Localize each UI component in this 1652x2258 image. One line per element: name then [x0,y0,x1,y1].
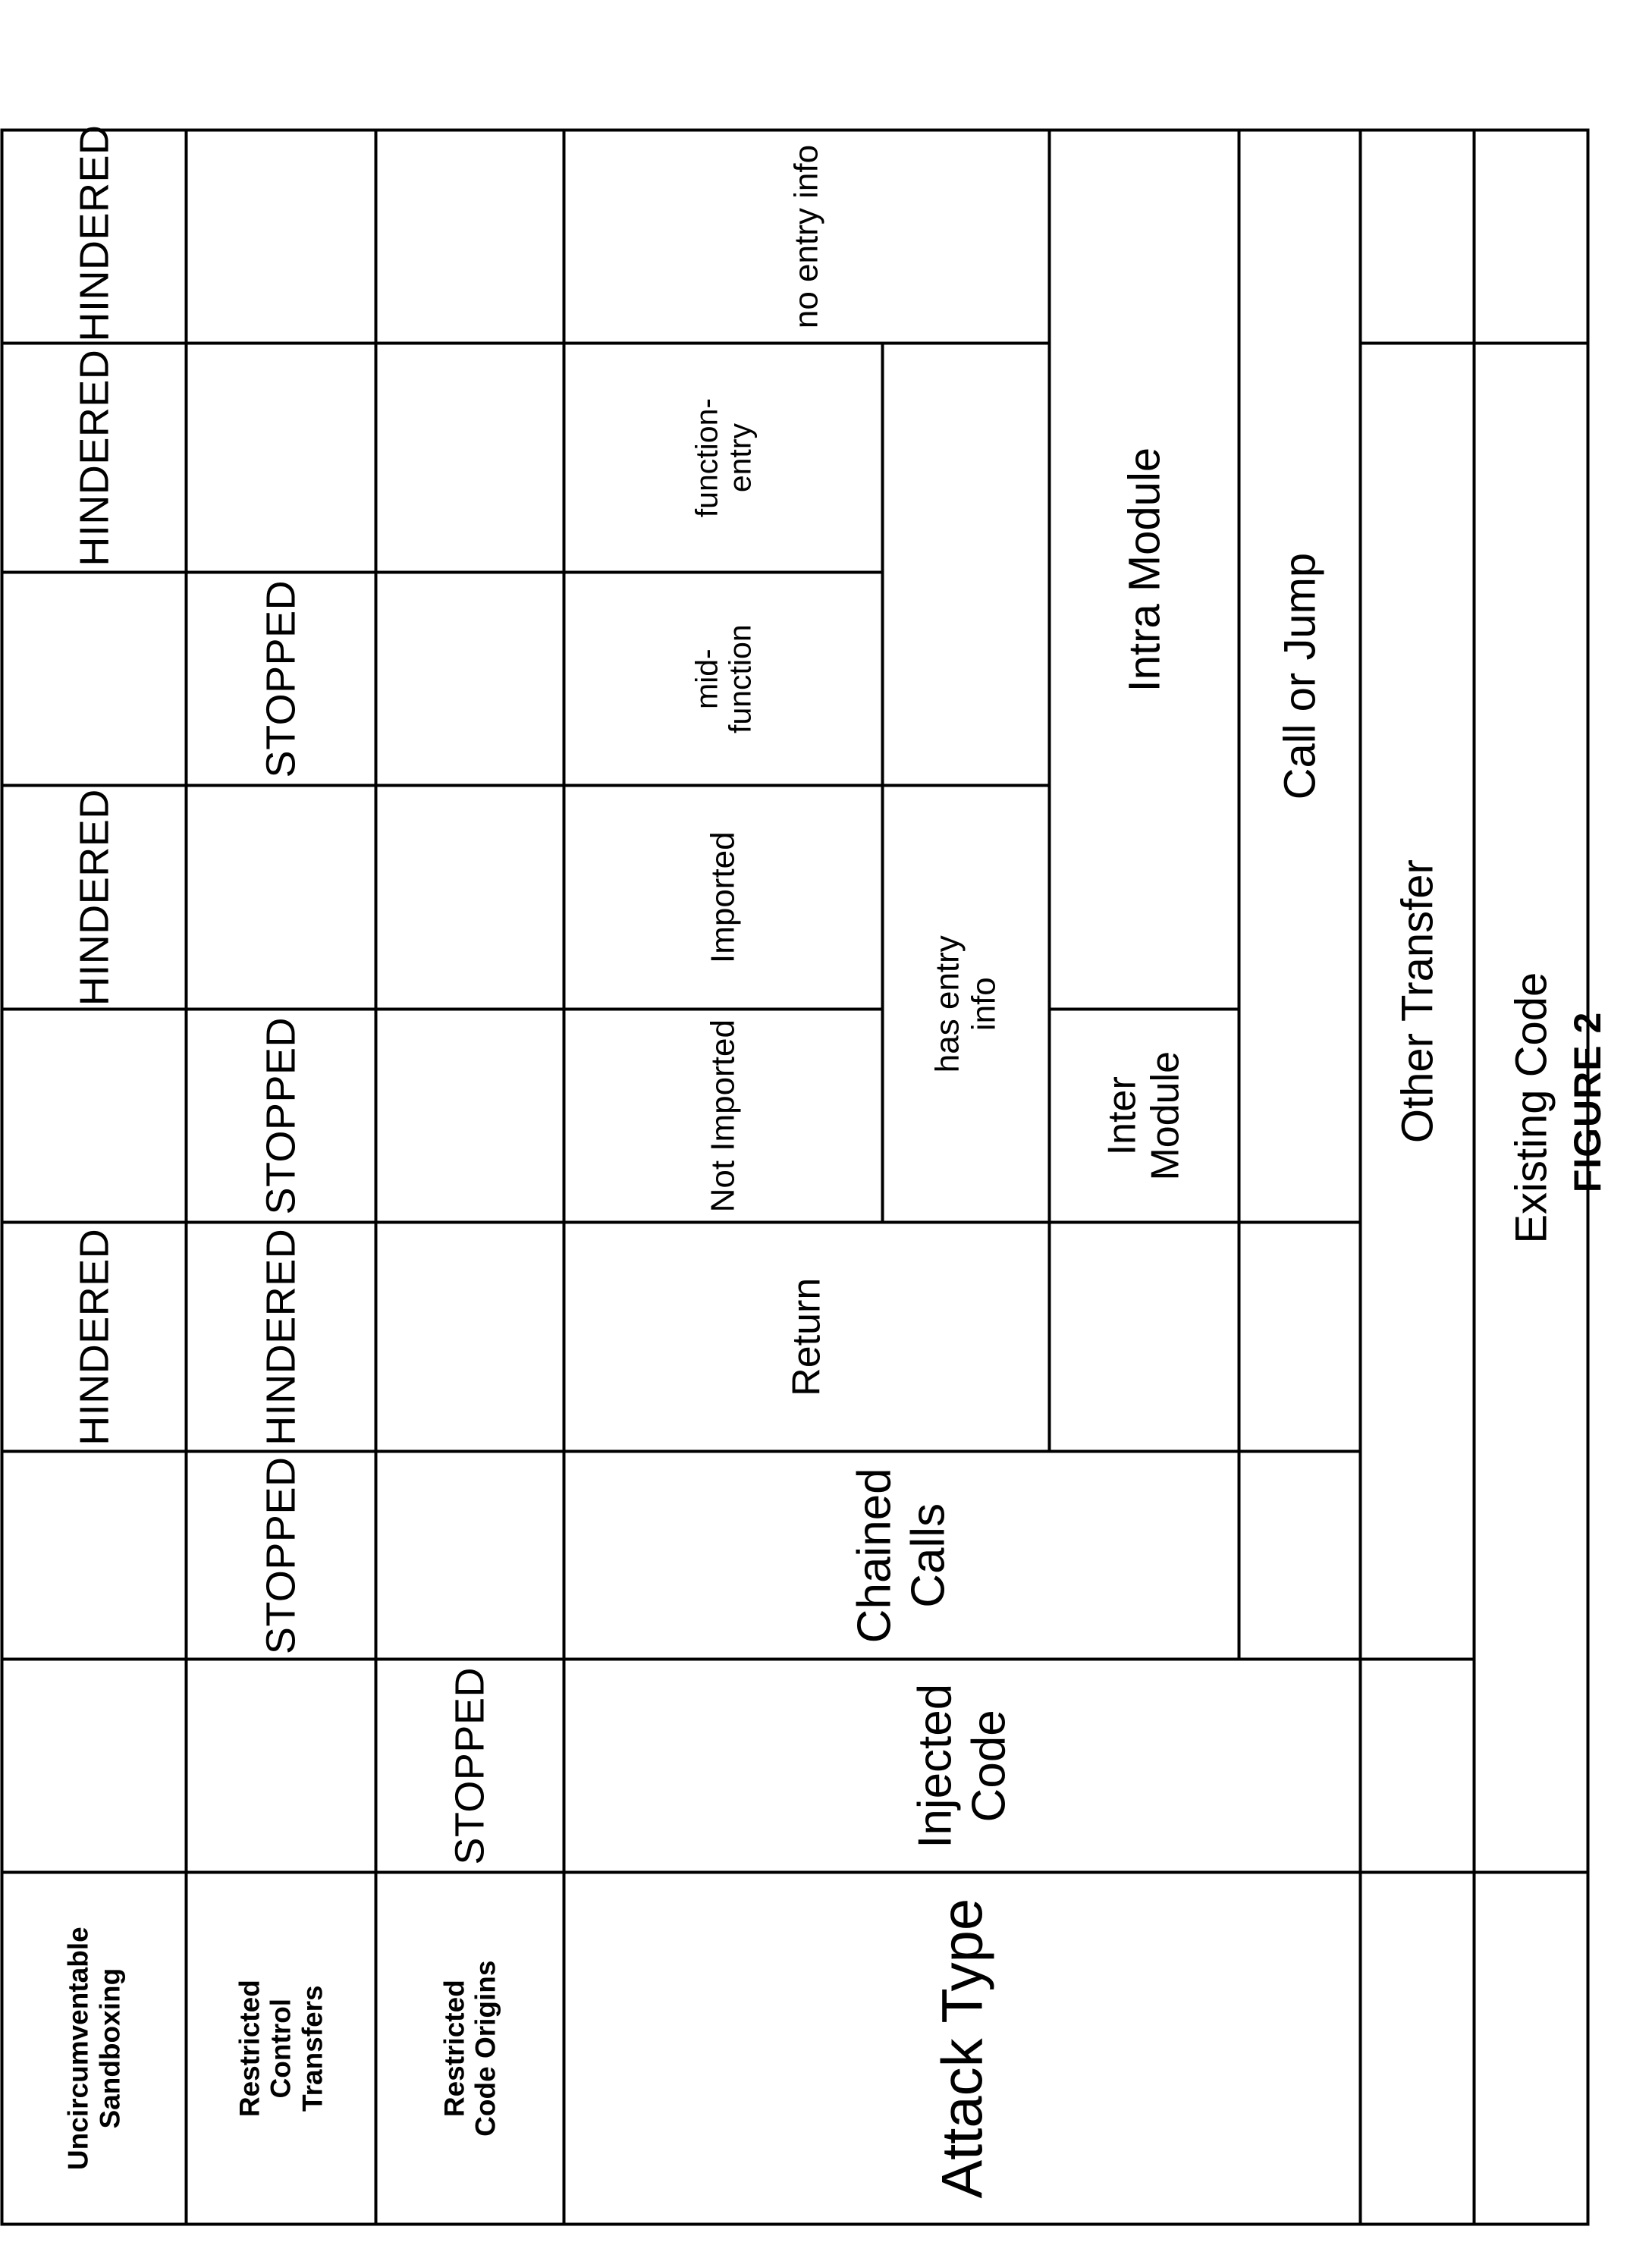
cell-rct-injected-code [186,1659,376,1873]
row-label-existing-code-text: Existing Code [1506,972,1556,1244]
header-restricted-code-origins-label: Restricted Code Origins [438,1960,501,2137]
figure-page: Results of Chosen Policy Uncircumventabl… [0,0,1652,2258]
results-table-container: Uncircumventable Sandboxing HINDERED HIN… [1,125,1588,2226]
cell-rco-no-entry-info [375,572,564,786]
cell-rct-imported: HINDERED [186,1222,376,1452]
verdict-text: HINDERED [258,1228,304,1446]
cell-rct-no-entry-info: STOPPED [186,572,376,786]
verdict-text: STOPPED [258,1016,304,1215]
spacer-tail [1360,130,1475,344]
row-label-not-imported: Not Imported [564,1009,883,1223]
row-label-intra-module-text: Intra Module [1120,447,1169,692]
cell-sandboxing-not-imported [2,1451,187,1660]
row-label-other-transfer: Other Transfer [1360,343,1475,1660]
group-label-has-entry-info-span [882,343,1050,786]
cell-rco-imported [375,1222,564,1452]
spacer-attack-type-col-2 [1474,1872,1588,2225]
row-label-no-entry-info: no entry info [564,130,1050,344]
spacer-not-imported-col [1239,1222,1361,1452]
cell-sandboxing-other-transfer: HINDERED [2,343,187,573]
table-row: Uncircumventable Sandboxing HINDERED HIN… [2,125,187,2225]
header-attack-type: Attack Type [564,1872,1361,2225]
row-label-mid-function-text: mid- function [689,624,758,733]
header-uncircumventable-sandboxing: Uncircumventable Sandboxing [2,1872,187,2225]
row-label-has-entry-info-text: has entry info [928,935,1003,1073]
cell-rco-function-entry [375,785,564,1010]
cell-sandboxing-injected-code [2,1659,187,1873]
row-label-call-or-jump-text: Call or Jump [1275,552,1324,800]
spacer-return-col-2 [1239,1451,1361,1660]
row-label-injected-code: Injected Code [564,1659,1361,1873]
row-label-chained-calls: Chained Calls [564,1451,1239,1660]
cell-rco-injected-code: STOPPED [375,1659,564,1873]
cell-sandboxing-imported: HINDERED [2,1222,187,1452]
results-table: Uncircumventable Sandboxing HINDERED HIN… [1,125,1590,2226]
verdict-text: STOPPED [258,1456,304,1655]
cell-sandboxing-existing-code: HINDERED [2,125,187,344]
spacer-tail-2 [1474,130,1588,344]
cell-sandboxing-mid-function [2,1009,187,1223]
row-label-function-entry: function- entry [564,343,883,573]
cell-rct-mid-function: STOPPED [186,1009,376,1223]
spacer-attack-type-col [1360,1872,1475,2225]
figure-label: FIGURE 2 [1566,1011,1609,1193]
cell-rct-existing-code [186,130,376,344]
header-restricted-control-transfers-label: Restricted Control Transfers [234,1980,328,2118]
header-restricted-code-origins: Restricted Code Origins [375,1872,564,2225]
verdict-text: HINDERED [71,1228,117,1446]
spacer-injected-col [1360,1659,1475,1873]
cell-sandboxing-no-entry-info [2,572,187,786]
header-attack-type-label: Attack Type [930,1898,994,2199]
table-row: Other Transfer [1360,130,1475,2225]
row-label-injected-code-text: Injected Code [909,1683,1016,1848]
verdict-text: HINDERED [71,124,117,342]
row-label-imported-text: Imported [704,831,742,964]
table-row: Restricted Code Origins STOPPED [375,130,564,2225]
verdict-text: HINDERED [71,789,117,1007]
row-label-other-transfer-text: Other Transfer [1393,859,1442,1144]
cell-rct-function-entry [186,785,376,1010]
cell-rct-other-transfer [186,343,376,573]
row-label-return: Return [564,1222,1050,1452]
row-label-call-or-jump: Call or Jump [1239,130,1361,1223]
cell-sandboxing-function-entry: HINDERED [2,785,187,1010]
cell-rco-other-transfer [375,343,564,573]
row-label-mid-function: mid- function [564,572,883,786]
row-label-no-entry-info-text: no entry info [787,144,825,329]
header-uncircumventable-sandboxing-label: Uncircumventable Sandboxing [62,1927,125,2171]
row-label-chained-calls-text: Chained Calls [848,1468,955,1644]
row-label-imported: Imported [564,785,883,1010]
row-label-return-text: Return [784,1277,829,1396]
cell-rct-not-imported: STOPPED [186,1451,376,1660]
verdict-text: STOPPED [258,579,304,778]
row-label-function-entry-text: function- entry [689,397,758,518]
table-row: Restricted Control Transfers STOPPED HIN… [186,130,376,2225]
cell-rco-mid-function [375,1009,564,1223]
row-label-intra-module: Intra Module [1049,130,1239,1010]
cell-rco-not-imported [375,1451,564,1660]
cell-rco-existing-code [375,130,564,344]
row-label-inter-module: Inter Module [1049,1009,1239,1223]
spacer-return-col [1049,1222,1239,1452]
row-label-has-entry-info: has entry info [882,785,1050,1223]
row-label-not-imported-text: Not Imported [704,1019,742,1213]
row-label-inter-module-text: Inter Module [1100,1050,1188,1181]
verdict-text: STOPPED [447,1667,493,1865]
table-row: Attack Type Injected Code Chained Calls … [564,130,1361,2225]
header-restricted-control-transfers: Restricted Control Transfers [186,1872,376,2225]
verdict-text: HINDERED [71,349,117,567]
